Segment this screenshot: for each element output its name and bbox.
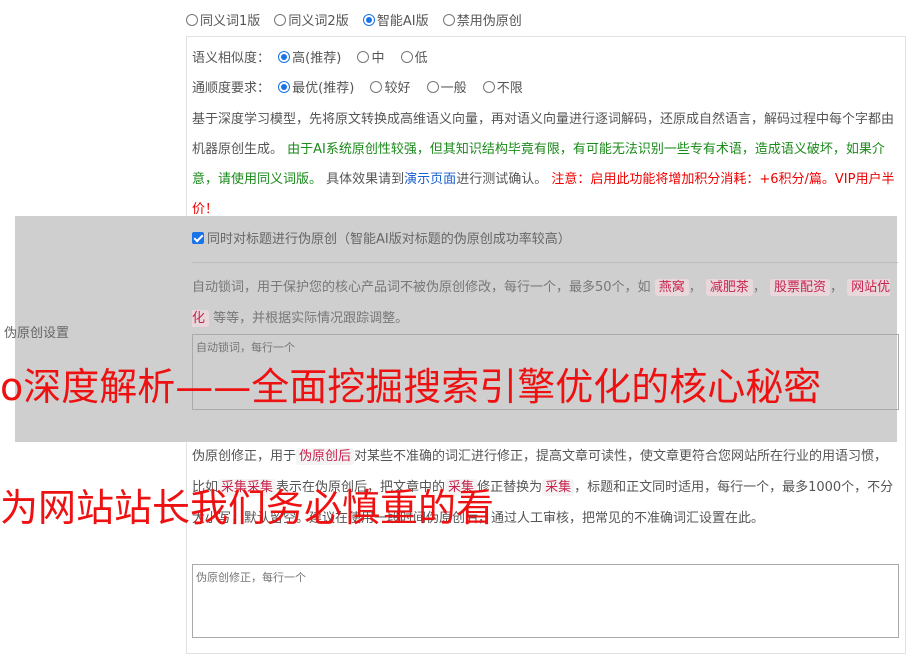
corr-tag-d: 采集 [542, 479, 575, 496]
mode-option-disable[interactable]: 禁用伪原创 [442, 14, 522, 29]
mode-option-synonym2[interactable]: 同义词2版 [274, 14, 349, 29]
similarity-low[interactable]: 低 [400, 51, 428, 66]
similarity-radio-mid[interactable] [357, 51, 370, 63]
similarity-row: 语义相似度： 高(推荐) 中 低 [192, 47, 440, 66]
similarity-radio-high[interactable] [278, 51, 291, 63]
fluency-normal[interactable]: 一般 [426, 81, 467, 96]
mode-radio-0[interactable] [186, 14, 198, 26]
desc-part3: 具体效果请到 [326, 172, 405, 187]
lock-tag-2: 股票配资 [770, 279, 831, 296]
similarity-mid[interactable]: 中 [357, 51, 384, 66]
fluency-label: 通顺度要求： [192, 81, 271, 96]
title-check-label: 同时对标题进行伪原创（智能AI版对标题的伪原创成功率较高） [207, 232, 571, 247]
lock-words-description: 自动锁词，用于保护您的核心产品词不被伪原创修改，每行一个，最多50个，如 燕窝，… [192, 279, 891, 327]
overlay-subheadline: 为网站站长我们务必慎重的看 [0, 486, 495, 530]
fluency-any[interactable]: 不限 [482, 81, 523, 96]
corr-desc-a: 伪原创修正，用于 [192, 449, 297, 464]
fluency-row: 通顺度要求： 最优(推荐) 较好 一般 不限 [192, 77, 535, 96]
fluency-best[interactable]: 最优(推荐) [278, 81, 354, 96]
mode-radio-1[interactable] [274, 14, 287, 26]
overlay-headline: o深度解析——全面挖掘搜索引擎优化的核心秘密 [0, 365, 822, 409]
demo-page-link[interactable]: 演示页面 [404, 172, 456, 187]
corr-tag-a: 伪原创后 [296, 448, 355, 465]
fluency-radio-normal[interactable] [426, 81, 439, 93]
similarity-radio-low[interactable] [400, 51, 413, 63]
mode-radio-group: 同义词1版 同义词2版 智能AI版 禁用伪原创 [186, 10, 532, 29]
mode-option-synonym1[interactable]: 同义词1版 [186, 14, 260, 29]
lock-desc-a: 自动锁词，用于保护您的核心产品词不被伪原创修改，每行一个，最多50个，如 [192, 280, 651, 295]
fluency-radio-good[interactable] [370, 81, 383, 93]
mode-option-ai[interactable]: 智能AI版 [362, 14, 429, 29]
lock-tag-1: 减肥茶 [705, 279, 753, 296]
title-pseudo-original-check[interactable]: 同时对标题进行伪原创（智能AI版对标题的伪原创成功率较高） [192, 228, 571, 247]
fluency-good[interactable]: 较好 [370, 81, 410, 96]
lock-tag-0: 燕窝 [654, 279, 689, 296]
desc-part4: 进行测试确认。 [456, 172, 548, 187]
fluency-radio-any[interactable] [482, 81, 495, 93]
mode-radio-2[interactable] [362, 14, 375, 26]
side-label: 伪原创设置 [4, 326, 70, 341]
similarity-high[interactable]: 高(推荐) [278, 51, 341, 66]
divider [192, 262, 898, 263]
fluency-radio-best[interactable] [278, 81, 291, 93]
correction-textarea[interactable] [192, 564, 899, 638]
title-checkbox[interactable] [192, 232, 204, 244]
mode-radio-3[interactable] [442, 14, 455, 26]
similarity-label: 语义相似度： [192, 51, 271, 66]
ai-description: 基于深度学习模型，先将原文转换成高维语义向量，再对语义向量进行逐词解码，还原成自… [192, 105, 898, 225]
lock-desc-b: 等等，并根据实际情况跟踪调整。 [213, 311, 409, 326]
